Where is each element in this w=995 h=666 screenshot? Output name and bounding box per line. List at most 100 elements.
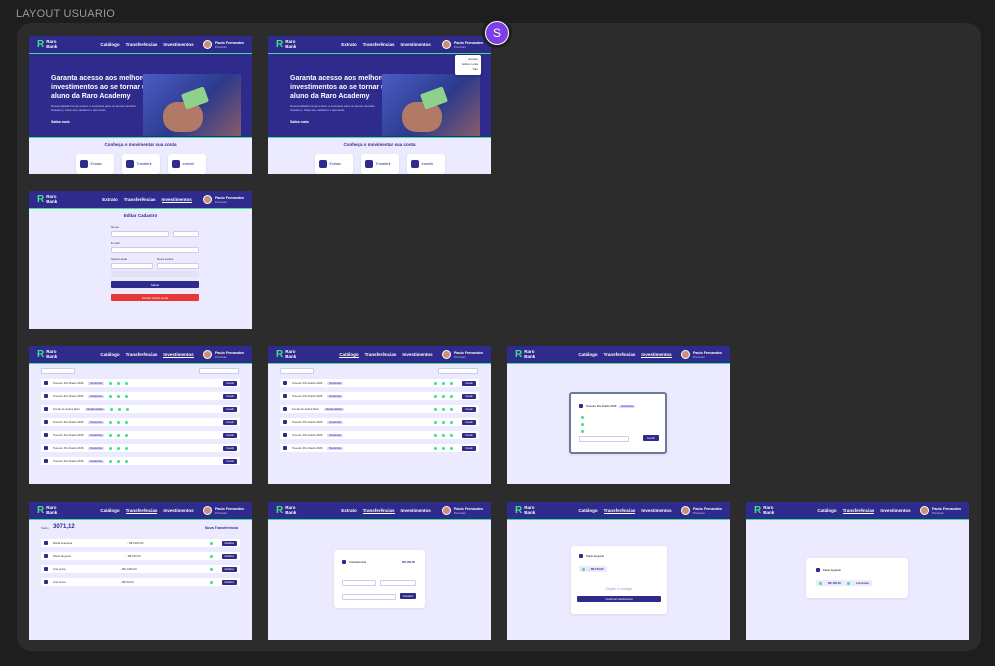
invest-button[interactable]: Investir [223, 432, 237, 438]
new-password-input[interactable] [157, 263, 199, 269]
nav-transferencias[interactable]: Transferências [126, 352, 158, 358]
brand-logo[interactable]: R Raro Bank [515, 505, 569, 516]
brand-logo[interactable]: R Raro Bank [37, 505, 91, 516]
invest-button[interactable]: Investir [223, 458, 237, 464]
user-avatar-bubble[interactable]: S [482, 18, 512, 48]
invest-button[interactable]: Investir [643, 435, 659, 441]
invest-button[interactable]: Investir [223, 445, 237, 451]
invest-button[interactable]: Investir [223, 393, 237, 399]
user-menu[interactable]: Paulo Fernandes Premium [442, 506, 483, 515]
brand-logo[interactable]: R Raro Bank [276, 39, 330, 50]
nav-catalogo[interactable]: Catálogo [100, 42, 119, 47]
invest-button[interactable]: Investir [462, 432, 476, 438]
nav-investimentos[interactable]: Investimentos [880, 508, 910, 514]
nav-catalogo[interactable]: Catálogo [578, 508, 597, 514]
brand-logo[interactable]: R Raro Bank [37, 349, 91, 360]
tile-extrato[interactable]: Extrato [75, 154, 114, 174]
tile-extrato[interactable]: Extrato [314, 154, 353, 174]
nav-transferencias[interactable]: Transferências [125, 508, 158, 514]
nav-transferencias[interactable]: Transferências [604, 352, 636, 358]
search-input[interactable] [199, 368, 239, 374]
nav-transferencias[interactable]: Transferências [124, 197, 156, 203]
user-menu[interactable]: Paulo Fernandes Premium [920, 506, 961, 515]
brand-logo[interactable]: R Raro Bank [276, 505, 330, 516]
nav-transferencias[interactable]: Transferências [363, 42, 395, 47]
nav-investimentos[interactable]: Investimentos [163, 508, 193, 514]
saiba-mais-link[interactable]: Saiba mais [290, 120, 309, 124]
user-menu[interactable]: Paulo Fernandes Premium [681, 506, 722, 515]
nav-extrato[interactable]: Extrato [102, 197, 118, 203]
nav-investimentos[interactable]: Investimentos [641, 352, 672, 358]
nav-catalogo[interactable]: Catálogo [817, 508, 836, 514]
user-menu[interactable]: Paulo Fernandes Premium [681, 350, 722, 359]
tile-investir[interactable]: Investir [167, 154, 206, 174]
description-input[interactable] [342, 594, 396, 600]
invest-button[interactable]: Investir [223, 380, 237, 386]
delete-account-button[interactable]: Excluir minha conta [111, 294, 199, 301]
nav-investimentos[interactable]: Investimentos [163, 352, 194, 358]
dropdown-sair[interactable]: Sair [458, 67, 478, 72]
confirm-button[interactable]: Confirmar transferência [577, 596, 661, 602]
nav-catalogo[interactable]: Catálogo [100, 352, 119, 358]
brand-logo[interactable]: R Raro Bank [276, 349, 330, 360]
recipient-input[interactable] [342, 580, 376, 586]
password-input[interactable] [111, 263, 153, 269]
details-button[interactable]: Detalhes [221, 566, 237, 572]
invest-button[interactable]: Investir [462, 393, 476, 399]
nav-catalogo[interactable]: Catálogo [339, 352, 359, 358]
list-item: Tesouro Pré-fixado 2026 Renda fixa Investi… [280, 392, 479, 400]
value-input[interactable] [380, 580, 416, 586]
invest-button[interactable]: Investir [223, 419, 237, 425]
invest-button[interactable]: Investir [223, 406, 237, 412]
save-button[interactable]: Salvar [111, 281, 199, 288]
nav-transferencias[interactable]: Transferências [603, 508, 636, 514]
nav-transferencias[interactable]: Transferências [126, 42, 158, 47]
nav-investimentos[interactable]: Investimentos [401, 508, 431, 514]
tile-investir[interactable]: Investir [406, 154, 445, 174]
details-button[interactable]: Detalhes [221, 579, 237, 585]
nav-investimentos[interactable]: Investimentos [163, 42, 193, 47]
invest-button[interactable]: Investir [462, 445, 476, 451]
brand-logo[interactable]: R Raro Bank [515, 349, 569, 360]
user-menu[interactable]: Paulo Fernandes Premium [442, 350, 483, 359]
new-transfer-button[interactable]: Nova Transferência [205, 526, 238, 530]
details-button[interactable]: Detalhes [221, 540, 237, 546]
nav-transferencias[interactable]: Transferências [362, 508, 395, 514]
email-input[interactable] [111, 247, 199, 253]
frame-landing: R Raro Bank Catálogo Transferências Invest… [29, 36, 252, 174]
nav-catalogo[interactable]: Catálogo [100, 508, 119, 514]
nav-catalogo[interactable]: Catálogo [578, 352, 597, 358]
name-extra-input[interactable] [173, 231, 199, 237]
nav-investimentos[interactable]: Investimentos [641, 508, 671, 514]
code-input[interactable]: Digite o código [571, 586, 667, 591]
filter-select[interactable]: Filtrar por [280, 368, 314, 383]
nav-investimentos[interactable]: Investimentos [402, 352, 432, 358]
invest-button[interactable]: Investir [462, 380, 476, 386]
invest-button[interactable]: Investir [462, 406, 476, 412]
user-menu[interactable]: Paulo Fernandes Premium [442, 40, 483, 49]
brand-logo[interactable]: R Raro Bank [37, 39, 91, 50]
name-input[interactable] [111, 231, 169, 237]
invest-button[interactable]: Investir [462, 419, 476, 425]
amount-input[interactable] [579, 436, 629, 442]
nav-extrato[interactable]: Extrato [341, 42, 357, 47]
nav-transferencias[interactable]: Transferências [365, 352, 397, 358]
filter-select[interactable]: Filtrar por [41, 368, 75, 383]
user-menu[interactable]: Paulo Fernandes Premium [203, 40, 244, 49]
nav-investimentos[interactable]: Investimentos [401, 42, 431, 47]
brand-logo[interactable]: R Raro Bank [754, 505, 808, 516]
transfer-button[interactable]: Transferir [400, 593, 416, 599]
user-menu[interactable]: Paulo Fernandes Premium [203, 506, 244, 515]
brand-logo[interactable]: R Raro Bank [37, 194, 91, 205]
user-menu[interactable]: Paulo Fernandes Premium [203, 195, 244, 204]
nav-extrato[interactable]: Extrato [341, 508, 357, 514]
saiba-mais-link[interactable]: Saiba mais [51, 120, 70, 124]
tile-transferir[interactable]: Transferir [121, 154, 160, 174]
user-menu[interactable]: Paulo Fernandes Premium [203, 350, 244, 359]
details-button[interactable]: Detalhes [221, 553, 237, 559]
nav-transferencias[interactable]: Transferências [842, 508, 875, 514]
tile-transferir[interactable]: Transferir [360, 154, 399, 174]
nav-investimentos[interactable]: Investimentos [161, 197, 192, 203]
transfer-result: Paulo Augusto R$ 100,00 Concluída [806, 558, 908, 598]
search-input[interactable] [438, 368, 478, 374]
